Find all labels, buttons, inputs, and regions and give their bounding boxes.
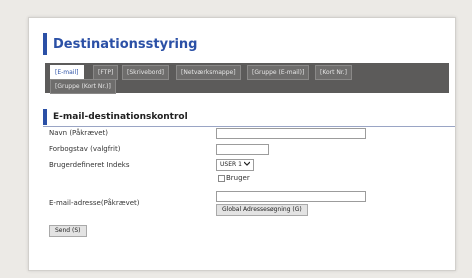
email-label: E-mail-adresse(Påkrævet) (49, 199, 140, 207)
tab-network-folder[interactable]: [Netværksmappe] (176, 65, 241, 80)
page-header: Destinationsstyring (43, 30, 453, 58)
chevron-down-icon (243, 160, 251, 170)
global-address-search-button[interactable]: Global Adressesøgning (G) (216, 204, 308, 216)
index-select[interactable]: USER 1 (216, 159, 254, 171)
email-field[interactable] (216, 191, 366, 202)
initial-label: Forbogstav (valgfrit) (49, 145, 121, 153)
tab-group-card-no[interactable]: [Gruppe (Kort Nr.)] (50, 79, 116, 94)
user-checkbox-label: Bruger (226, 174, 250, 182)
tab-desktop[interactable]: [Skrivebord] (122, 65, 169, 80)
index-select-value: USER 1 (220, 161, 242, 168)
tab-card-no[interactable]: [Kort Nr.] (315, 65, 353, 80)
user-checkbox[interactable] (218, 175, 225, 182)
index-label: Brugerdefineret Indeks (49, 161, 130, 169)
section-title: E-mail-destinationskontrol (53, 112, 188, 122)
page-title: Destinationsstyring (53, 36, 198, 52)
tab-ftp[interactable]: [FTP] (93, 65, 119, 80)
initial-field[interactable] (216, 144, 269, 155)
section-accent-bar (43, 109, 47, 125)
send-button[interactable]: Send (S) (49, 225, 87, 237)
destination-panel: Destinationsstyring [E-mail] [FTP] [Skri… (28, 17, 456, 271)
tab-group-email[interactable]: [Gruppe (E-mail)] (247, 65, 310, 80)
tab-email[interactable]: [E-mail] (50, 65, 84, 80)
title-accent-bar (43, 33, 47, 55)
name-field[interactable] (216, 128, 366, 139)
section-header: E-mail-destinationskontrol (43, 108, 455, 127)
name-label: Navn (Påkrævet) (49, 129, 108, 137)
tab-bar: [E-mail] [FTP] [Skrivebord] [Netværksmap… (45, 63, 449, 94)
